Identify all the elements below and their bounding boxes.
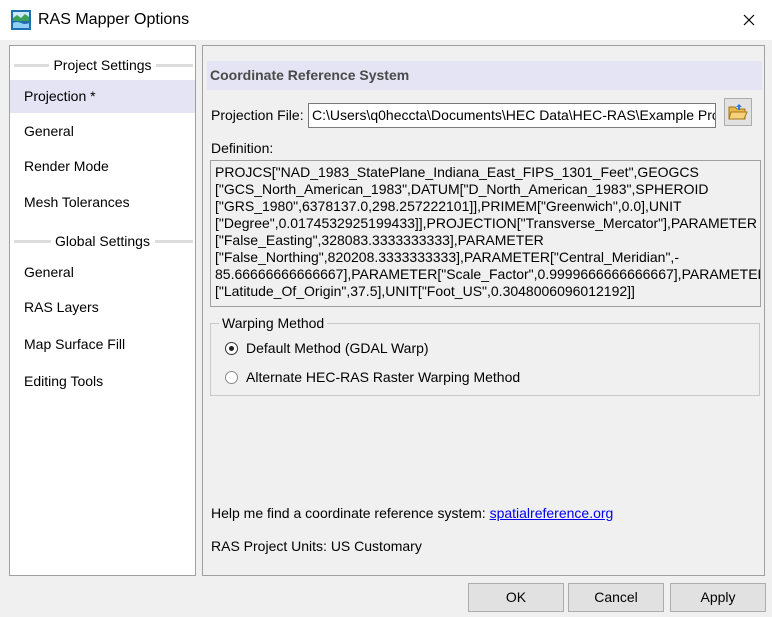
browse-projection-button[interactable]	[724, 98, 752, 126]
ras-mapper-icon	[11, 10, 31, 30]
nav-item-mesh-tolerances[interactable]: Mesh Tolerances	[10, 186, 195, 219]
open-folder-icon	[728, 104, 748, 120]
help-text-label: Help me find a coordinate reference syst…	[211, 505, 490, 521]
ok-button[interactable]: OK	[468, 583, 564, 612]
radio-unchecked-icon	[225, 370, 238, 384]
nav-item-ras-layers[interactable]: RAS Layers	[10, 291, 195, 324]
radio-alternate-method-label: Alternate HEC-RAS Raster Warping Method	[246, 369, 521, 385]
warping-method-title: Warping Method	[219, 314, 328, 332]
window-title: RAS Mapper Options	[38, 11, 190, 28]
project-units-text: RAS Project Units: US Customary	[211, 538, 422, 554]
nav-item-global-general[interactable]: General	[10, 256, 195, 289]
projection-settings-panel: Coordinate Reference System Projection F…	[202, 45, 765, 576]
nav-item-projection[interactable]: Projection *	[10, 80, 195, 113]
definition-label: Definition:	[211, 140, 274, 156]
radio-alternate-method[interactable]: Alternate HEC-RAS Raster Warping Method	[225, 367, 520, 387]
definition-textbox[interactable]: PROJCS["NAD_1983_StatePlane_Indiana_East…	[210, 160, 761, 307]
settings-nav-panel: Project Settings Projection * General Re…	[9, 45, 196, 576]
apply-button[interactable]: Apply	[670, 583, 766, 612]
nav-item-render-mode[interactable]: Render Mode	[10, 150, 195, 183]
cancel-button[interactable]: Cancel	[568, 583, 664, 612]
radio-default-method[interactable]: Default Method (GDAL Warp)	[225, 338, 429, 358]
projection-file-label: Projection File:	[211, 107, 304, 123]
radio-default-method-label: Default Method (GDAL Warp)	[246, 340, 429, 356]
global-settings-header: Global Settings	[10, 231, 195, 251]
warping-method-group: Warping Method Default Method (GDAL Warp…	[210, 314, 760, 396]
title-bar: RAS Mapper Options	[0, 0, 772, 40]
nav-item-editing-tools[interactable]: Editing Tools	[10, 365, 195, 398]
close-button[interactable]	[726, 0, 772, 40]
projection-file-input[interactable]: C:\Users\q0heccta\Documents\HEC Data\HEC…	[308, 103, 716, 128]
nav-item-project-general[interactable]: General	[10, 115, 195, 148]
help-text: Help me find a coordinate reference syst…	[211, 504, 613, 522]
crs-section-header: Coordinate Reference System	[207, 61, 762, 90]
radio-checked-icon	[225, 341, 238, 355]
spatialreference-link[interactable]: spatialreference.org	[490, 505, 614, 521]
nav-item-map-surface-fill[interactable]: Map Surface Fill	[10, 328, 195, 361]
project-settings-header: Project Settings	[10, 55, 195, 75]
close-icon	[743, 14, 755, 26]
